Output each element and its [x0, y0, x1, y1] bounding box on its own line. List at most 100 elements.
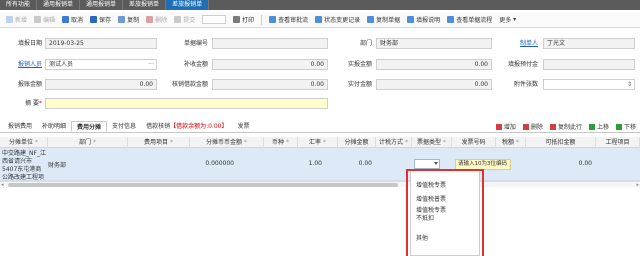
cell-rate[interactable]: 1.00 [298, 160, 322, 167]
dept-label: 部门 [359, 40, 372, 47]
add-row-icon [495, 123, 502, 130]
edit-icon [34, 16, 42, 23]
stepper-icon[interactable]: ⇕ [627, 80, 632, 89]
cell-deductible[interactable]: 0.00 [526, 160, 592, 167]
move-up-button[interactable]: 上移 [588, 122, 609, 131]
view-approval-button[interactable]: 查看审批流 [269, 15, 308, 24]
col-rate[interactable]: 汇率 * [298, 137, 338, 148]
cell-amount-orig[interactable]: 0.000000 [190, 160, 234, 167]
detail-tabs: 报销费用 补助明细 费用分摊 支付信息 借款核销【借款余额为:0.00】 发票 … [0, 121, 640, 133]
cancel-button[interactable]: 取消 [62, 15, 83, 24]
approval-flow-icon [269, 16, 277, 23]
delete-row-icon [522, 123, 529, 130]
copy-button[interactable]: 复制 [118, 15, 139, 24]
col-tax-method[interactable]: 计税方式 * [376, 137, 412, 148]
copy-doc-button[interactable]: 复制单据 [367, 15, 400, 24]
scroll-right-icon[interactable]: ▸ [636, 182, 639, 188]
copy-doc-icon [367, 16, 375, 23]
tab-general-reimburse-2[interactable]: 通用报销单 [80, 0, 124, 10]
invoice-type-select[interactable] [414, 159, 440, 169]
cell-dept[interactable]: 财务部 [48, 160, 66, 169]
cell-amount[interactable]: 0.00 [338, 160, 372, 167]
remark-field[interactable] [45, 98, 328, 109]
form-row-2: 报销人员 测试人员 ··· 补收金额 0.00 实报金额 0.00 填报预付金 [0, 59, 640, 71]
print-button[interactable]: 打印 [233, 15, 254, 24]
col-dept[interactable]: 部门 * [48, 137, 128, 148]
advance-field[interactable] [543, 59, 635, 70]
attach-field[interactable]: ⇕ [543, 79, 635, 90]
col-currency[interactable]: 币种 * [264, 137, 298, 148]
col-project[interactable]: 工程项目 [596, 137, 640, 148]
actual-field[interactable]: 0.00 [376, 59, 492, 70]
tab-travel-reimburse-2[interactable]: 差旅报销单 [166, 0, 210, 10]
scrollbar-thumb[interactable] [8, 183, 398, 187]
copy-row-icon [549, 123, 556, 130]
supplement-label: 补收金额 [183, 61, 208, 68]
fill-date-field[interactable]: 2019-03-25 [45, 38, 157, 49]
supplement-field[interactable]: 0.00 [212, 59, 328, 70]
top-tabbar: 所有功能 通用报销单 通用报销单 差旅报销单 差旅报销单 [0, 0, 640, 10]
table-row[interactable]: 中交路建_NF_江西省请兴市5407东屯港商公路改建工程项目 财务部 0.000… [0, 148, 640, 189]
add-button[interactable]: 新增 [6, 15, 27, 24]
col-fee-item[interactable]: 费用项目 * [128, 137, 190, 148]
edit-button[interactable]: 编辑 [34, 15, 55, 24]
more-icon[interactable]: ··· [148, 60, 154, 69]
copy-icon [118, 16, 126, 23]
delete-row-button[interactable]: 删除 [522, 122, 543, 131]
horizontal-scrollbar[interactable]: ◂ ▸ [0, 181, 640, 188]
delete-button[interactable]: 删除 [146, 15, 167, 24]
save-icon [90, 16, 98, 23]
view-flow-button[interactable]: 查看单据流程 [447, 15, 492, 24]
scroll-left-icon[interactable]: ◂ [1, 182, 4, 188]
paid-label: 实付金额 [347, 81, 372, 88]
print-combo[interactable] [202, 15, 227, 24]
col-invoice-no[interactable]: 发票号码 [452, 137, 496, 148]
form-row-1: 填报日期 2019-03-25 单据编号 部门 财务部 制单人 丁光文 [0, 38, 640, 50]
highlight-box [406, 169, 484, 256]
tab-invoice[interactable]: 发票 [232, 121, 254, 132]
doc-no-field[interactable] [212, 38, 328, 49]
tab-general-reimburse-1[interactable]: 通用报销单 [37, 0, 81, 10]
total-label: 报账金额 [17, 81, 42, 88]
tab-payment[interactable]: 支付信息 [107, 121, 141, 132]
tab-loan-offset[interactable]: 借款核销【借款余额为:0.00】 [141, 121, 232, 132]
col-tax[interactable]: 税额 * [496, 137, 526, 148]
fill-help-button[interactable]: 填报说明 [407, 15, 440, 24]
tab-all-functions[interactable]: 所有功能 [0, 0, 38, 10]
person-label[interactable]: 制单人 [506, 38, 538, 50]
submit-button[interactable]: 提交 [174, 15, 195, 24]
paid-field[interactable]: 0.00 [376, 79, 492, 90]
save-button[interactable]: 保存 [90, 15, 111, 24]
tab-expenses[interactable]: 报销费用 [3, 121, 37, 132]
cancel-icon [62, 16, 70, 23]
tab-travel-reimburse-1[interactable]: 差旅报销单 [123, 0, 167, 10]
copy-row-button[interactable]: 复制此行 [549, 122, 582, 131]
help-icon [407, 16, 415, 23]
col-unit[interactable]: 分摊单位 * [0, 137, 48, 148]
move-down-button[interactable]: 下移 [615, 122, 636, 131]
form-row-3: 报账金额 0.00 核销借款金额 0.00 实付金额 0.00 附件张数 ⇕ [0, 79, 640, 91]
chevron-down-icon [434, 162, 438, 165]
reporter-field[interactable]: 测试人员 ··· [45, 59, 157, 70]
total-field[interactable]: 0.00 [45, 79, 157, 90]
more-button[interactable]: 更多 ▾ [499, 15, 516, 24]
reporter-label[interactable]: 报销人员 [10, 59, 42, 71]
offset-field[interactable]: 0.00 [212, 79, 328, 90]
add-row-button[interactable]: 增加 [495, 122, 516, 131]
tab-allocation[interactable]: 费用分摊 [71, 121, 108, 132]
delete-icon [146, 16, 154, 23]
flow-icon [447, 16, 455, 23]
dept-field[interactable]: 财务部 [376, 38, 492, 49]
col-amount[interactable]: 分摊金额 [338, 137, 376, 148]
status-change-button[interactable]: 状态变更记录 [315, 15, 360, 24]
advance-label: 填报预付金 [507, 61, 538, 68]
person-field[interactable]: 丁光文 [543, 38, 635, 49]
tab-subsidy[interactable]: 补助明细 [37, 121, 71, 132]
arrow-up-icon [588, 123, 595, 130]
attach-label: 附件张数 [513, 81, 538, 88]
add-icon [6, 16, 13, 23]
col-invoice-type[interactable]: 票据类型 * [412, 137, 452, 148]
doc-no-label: 单据编号 [183, 40, 208, 47]
col-deductible[interactable]: 可抵扣金额 [526, 137, 596, 148]
col-amount-orig[interactable]: 分摊币币金额 * [190, 137, 264, 148]
